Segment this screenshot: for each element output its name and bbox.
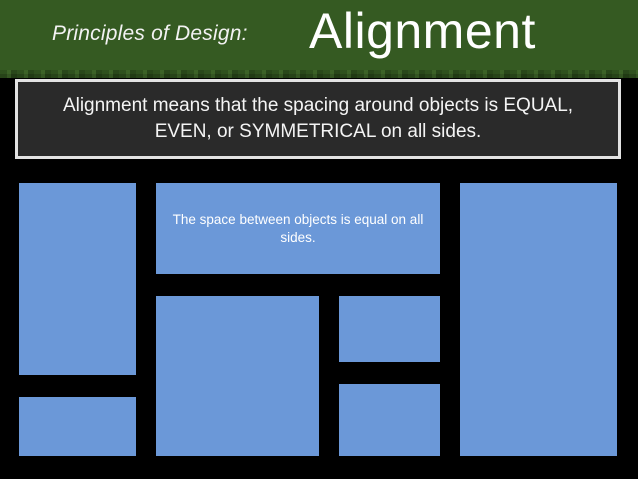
block-center-right-top	[339, 296, 440, 362]
block-left-tall	[19, 183, 136, 375]
header-edge	[0, 70, 638, 78]
block-top-center: The space between objects is equal on al…	[156, 183, 440, 274]
page-title: Alignment	[309, 3, 536, 59]
block-center-right-bottom	[339, 384, 440, 456]
definition-banner: Alignment means that the spacing around …	[15, 79, 621, 159]
block-left-short	[19, 397, 136, 456]
block-center-large	[156, 296, 319, 456]
header-subtitle: Principles of Design:	[52, 22, 248, 45]
block-right-tall	[460, 183, 617, 456]
definition-text: Alignment means that the spacing around …	[62, 95, 574, 142]
diagram-caption: The space between objects is equal on al…	[172, 212, 424, 245]
